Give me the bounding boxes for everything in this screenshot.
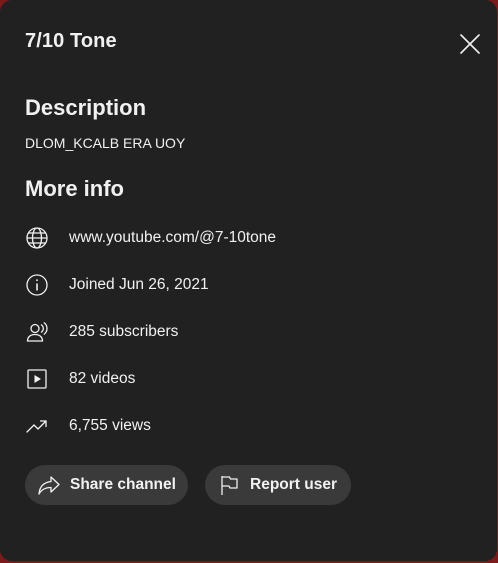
view-count: 6,755 views [69,417,151,434]
globe-icon [25,223,55,253]
share-channel-button[interactable]: Share channel [25,465,188,505]
trending-icon [25,411,55,441]
play-square-icon [25,364,55,394]
flag-icon [216,472,242,498]
close-button[interactable] [452,26,488,62]
report-user-button[interactable]: Report user [205,465,351,505]
report-user-label: Report user [250,476,337,493]
share-channel-label: Share channel [70,476,176,493]
more-info-heading: More info [25,176,124,201]
share-arrow-icon [36,472,62,498]
info-row-videos: 82 videos [25,364,135,394]
info-row-url: www.youtube.com/@7-10tone [25,223,276,253]
about-channel-dialog: 7/10 Tone Description DLOM_KCALB ERA UOY… [0,0,497,561]
description-heading: Description [25,95,147,120]
info-row-joined: Joined Jun 26, 2021 [25,270,209,300]
joined-date: Joined Jun 26, 2021 [69,276,209,293]
info-icon [25,270,55,300]
info-row-subscribers: 285 subscribers [25,317,178,347]
dialog-title: 7/10 Tone [25,30,117,52]
subscriber-count: 285 subscribers [69,323,179,340]
video-count: 82 videos [69,370,136,387]
info-row-views: 6,755 views [25,411,151,441]
channel-url-link[interactable]: www.youtube.com/@7-10tone [69,229,276,247]
description-text: DLOM_KCALB ERA UOY [25,135,186,151]
person-radiate-icon [25,317,55,347]
